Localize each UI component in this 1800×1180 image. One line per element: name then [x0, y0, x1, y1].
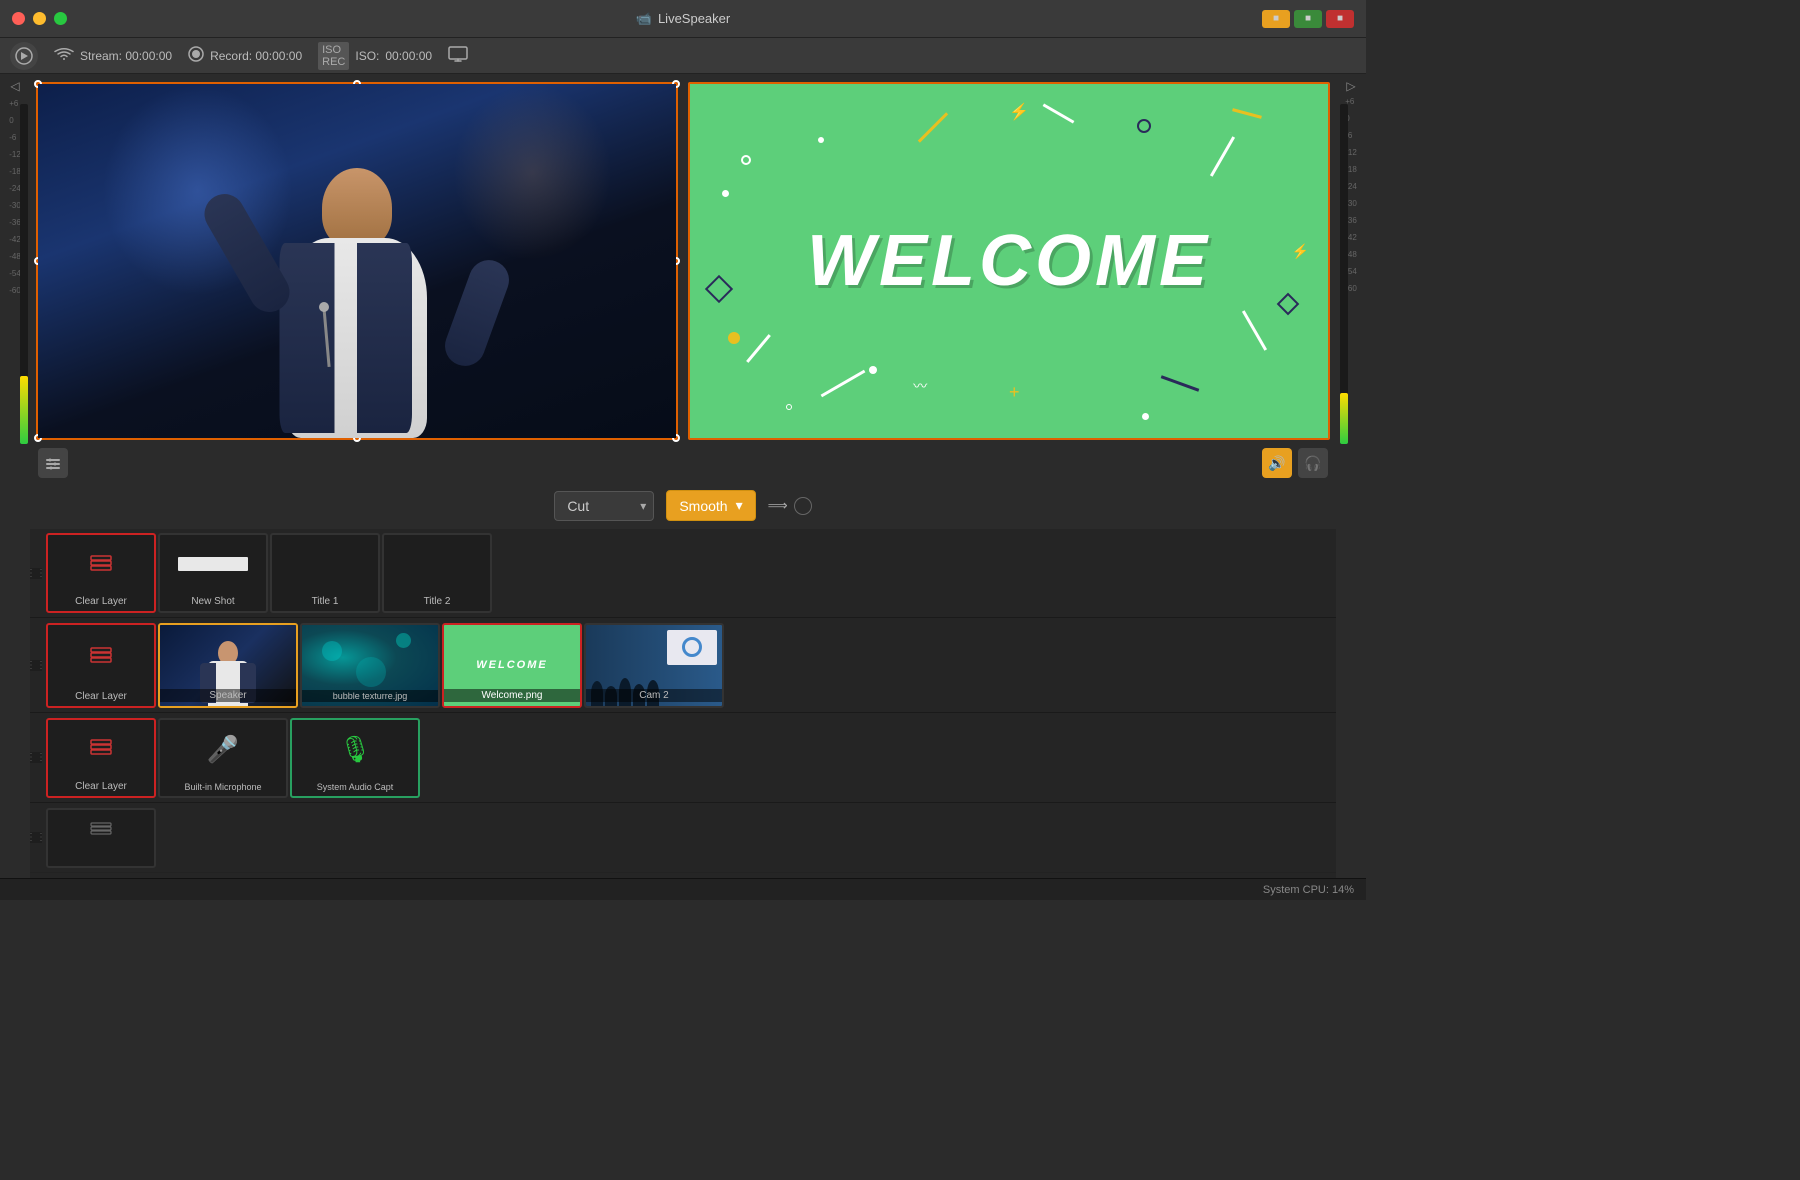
cam2-label: Cam 2 [586, 689, 722, 702]
display-control[interactable] [448, 46, 468, 65]
clear-layer-3-label: Clear Layer [48, 781, 154, 792]
layer-item-clear-4[interactable] [46, 808, 156, 868]
statusbar: System CPU: 14% [0, 878, 1366, 900]
title1-label: Title 1 [272, 596, 378, 607]
win-btn-1[interactable]: ■ [1262, 10, 1290, 28]
cpu-label: System CPU: [1263, 884, 1329, 896]
minimize-button[interactable] [33, 12, 46, 25]
layer-item-system-audio[interactable]: 🎙 System Audio Capt [290, 718, 420, 798]
iso-label: ISO: [355, 49, 379, 63]
smooth-chevron: ▾ [736, 497, 743, 514]
stack-icon-3 [87, 736, 115, 763]
layer-row-2: ⋮⋮ Clear Layer [30, 618, 1336, 713]
close-button[interactable] [12, 12, 25, 25]
preview-panels: ✕ [30, 74, 1336, 444]
new-shot-content [178, 557, 248, 571]
win-btn-3[interactable]: ■ [1326, 10, 1354, 28]
stack-icon-4 [89, 819, 113, 842]
arrow-circle [794, 497, 812, 515]
layer-item-clear-1[interactable]: Clear Layer [46, 533, 156, 613]
app-title: 📹 LiveSpeaker [636, 11, 730, 27]
speaker-label: Speaker [160, 689, 296, 702]
main-content: ◁ +6 0 -6 -12 -18 -24 -30 -36 -42 -48 -5… [0, 74, 1366, 878]
transition-area: Cut Smooth ▾ ⟹ [30, 482, 1336, 529]
iso-icon: ISOREC [318, 42, 349, 70]
mic-icon-1: 🎤 [207, 734, 239, 765]
maximize-button[interactable] [54, 12, 67, 25]
layers-panel: ⋮⋮ Clear Layer [30, 529, 1336, 878]
monitor-icon [448, 46, 468, 65]
cut-dropdown-wrapper: Cut [554, 491, 654, 521]
cut-select[interactable]: Cut [554, 491, 654, 521]
arrow-icon: ⟹ [768, 497, 788, 514]
record-label: Record: 00:00:00 [210, 49, 302, 63]
clear-layer-2-label: Clear Layer [48, 691, 154, 702]
stack-icon [87, 552, 115, 581]
mic1-label: Built-in Microphone [160, 782, 286, 792]
welcome-text: WELCOME [807, 220, 1211, 302]
traffic-lights [12, 12, 67, 25]
drag-handle-4[interactable]: ⋮⋮ [30, 832, 42, 843]
preview-bottom: 🔊 🎧 [30, 444, 1336, 482]
layer-item-welcome[interactable]: WELCOME Welcome.png [442, 623, 582, 708]
layer-item-bubble[interactable]: bubble texturre.jpg [300, 623, 440, 708]
vu-meter-right: ▷ +6 0 -6 -12 -18 -24 -30 -36 -42 -48 -5… [1336, 74, 1366, 878]
layer-row-3: ⋮⋮ Clear Layer [30, 713, 1336, 803]
app-logo[interactable] [10, 42, 38, 70]
record-icon [188, 46, 204, 65]
window-controls: ■ ■ ■ [1262, 10, 1354, 28]
title2-label: Title 2 [384, 596, 490, 607]
stream-control[interactable]: Stream: 00:00:00 [54, 47, 172, 64]
system-audio-label: System Audio Capt [292, 782, 418, 792]
layer-item-clear-2[interactable]: Clear Layer [46, 623, 156, 708]
layer-item-cam2[interactable]: Cam 2 [584, 623, 724, 708]
vu-meter-left: ◁ +6 0 -6 -12 -18 -24 -30 -36 -42 -48 -5… [0, 74, 30, 878]
headphones-btn[interactable]: 🎧 [1298, 448, 1328, 478]
layer-2-items: Clear Layer Speaker [42, 619, 1336, 712]
preview-panel-left[interactable]: ✕ [36, 82, 678, 440]
stack-icon-2 [87, 644, 115, 671]
layer-item-speaker[interactable]: Speaker [158, 623, 298, 708]
stream-label: Stream: 00:00:00 [80, 49, 172, 63]
layer-3-items: Clear Layer 🎤 Built-in Microphone 🎙 Syst… [42, 714, 1336, 802]
smooth-label: Smooth [679, 498, 727, 514]
iso-time: 00:00:00 [385, 49, 432, 63]
welcome-label: Welcome.png [444, 689, 580, 702]
layer-1-items: Clear Layer New Shot Title 1 Title 2 [42, 529, 1336, 617]
welcome-preview: ⚡ 〰 + [690, 84, 1328, 438]
vu-expand-left[interactable]: ◁ [8, 79, 22, 93]
transition-apply-btn[interactable]: ⟹ [768, 497, 812, 515]
preview-panel-right[interactable]: ⚡ 〰 + [688, 82, 1330, 440]
bubble-label: bubble texturre.jpg [302, 690, 438, 702]
win-btn-2[interactable]: ■ [1294, 10, 1322, 28]
smooth-button[interactable]: Smooth ▾ [666, 490, 755, 521]
layer-item-mic1[interactable]: 🎤 Built-in Microphone [158, 718, 288, 798]
drag-handle-1[interactable]: ⋮⋮ [30, 568, 42, 579]
audio-btn[interactable]: 🔊 [1262, 448, 1292, 478]
cpu-value: 14% [1332, 884, 1354, 896]
iso-control[interactable]: ISOREC ISO: 00:00:00 [318, 42, 432, 70]
new-shot-label: New Shot [160, 596, 266, 607]
preview-settings-btn[interactable] [38, 448, 68, 478]
toolbar: Stream: 00:00:00 Record: 00:00:00 ISOREC… [0, 38, 1366, 74]
layer-item-clear-3[interactable]: Clear Layer [46, 718, 156, 798]
drag-handle-3[interactable]: ⋮⋮ [30, 752, 42, 763]
vu-expand-right[interactable]: ▷ [1344, 79, 1358, 93]
layer-item-new-shot[interactable]: New Shot [158, 533, 268, 613]
titlebar: 📹 LiveSpeaker ■ ■ ■ [0, 0, 1366, 38]
app-icon: 📹 [636, 11, 652, 27]
mic-icon-2: 🎙 [338, 734, 371, 765]
clear-layer-1-label: Clear Layer [48, 596, 154, 607]
layer-row-1: ⋮⋮ Clear Layer [30, 529, 1336, 618]
layer-row-4: ⋮⋮ [30, 803, 1336, 873]
layer-item-title1[interactable]: Title 1 [270, 533, 380, 613]
layer-item-title2[interactable]: Title 2 [382, 533, 492, 613]
layer-4-items [42, 804, 1336, 872]
record-control[interactable]: Record: 00:00:00 [188, 46, 302, 65]
wifi-icon [54, 47, 74, 64]
drag-handle-2[interactable]: ⋮⋮ [30, 660, 42, 671]
